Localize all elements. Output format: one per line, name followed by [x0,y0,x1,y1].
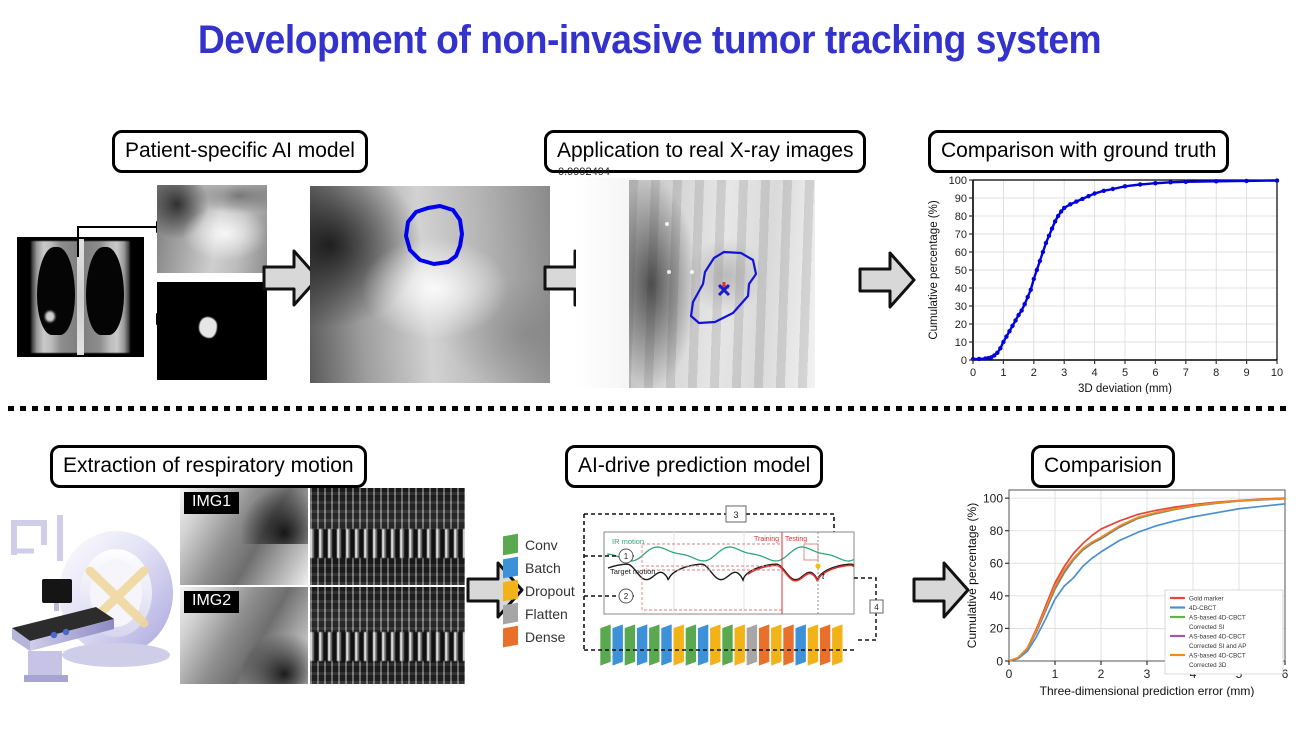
similarity-score-text: 0.9992494 [558,166,610,178]
respiratory-waveform-strip-2 [310,587,465,684]
chart-3d-deviation-cdf: 0 1 2 3 4 5 6 7 8 9 10 0 10 20 30 40 50 60 70 80 90 100 3D dev… [925,172,1285,394]
legend-row-conv: Conv [503,533,581,556]
label-ai-drive-prediction-model: AI-drive prediction model [565,445,824,488]
drr-patch-panel [157,185,267,273]
svg-text:Testing: Testing [785,536,807,543]
network-layer-legend: Conv Batch Dropout Flatten Dense [503,533,581,649]
svg-text:Cumulative percentage (%): Cumulative percentage (%) [928,200,940,340]
svg-text:1: 1 [624,552,629,561]
label-comparison-with-ground-truth: Comparison with ground truth [928,130,1230,173]
legend-label-dense: Dense [525,628,566,645]
svg-text:AS-based 4D-CBCT: AS-based 4D-CBCT [1189,614,1246,621]
arrow-5 [912,560,970,620]
svg-text:0: 0 [996,654,1003,668]
slide-canvas: Development of non-invasive tumor tracki… [0,0,1299,731]
svg-text:10: 10 [1271,367,1283,379]
svg-text:0: 0 [961,355,967,367]
svg-text:6: 6 [1152,367,1158,379]
swatch-batch [503,556,518,579]
legend-label-batch: Batch [525,559,561,576]
svg-text:3: 3 [1061,367,1067,379]
svg-text:0: 0 [1006,667,1013,681]
svg-text:Corrected SI and AP: Corrected SI and AP [1189,643,1246,650]
svg-text:40: 40 [955,283,967,295]
svg-text:9: 9 [1244,367,1250,379]
svg-text:90: 90 [955,193,967,205]
svg-text:Corrected 3D: Corrected 3D [1189,662,1227,669]
label-extraction-of-respiratory-motion: Extraction of respiratory motion [50,445,367,488]
svg-text:100: 100 [983,491,1003,505]
svg-text:0: 0 [970,367,976,379]
ai-prediction-model-diagram: 3 IR motion Target motion Training Testing t 1… [576,500,916,668]
svg-text:8: 8 [1213,367,1219,379]
svg-text:1: 1 [1052,667,1059,681]
svg-text:100: 100 [949,175,967,187]
svg-text:3D deviation (mm): 3D deviation (mm) [1078,383,1172,394]
tumor-contour-xray [665,222,758,325]
svg-text:Gold marker: Gold marker [1189,595,1224,602]
svg-text:80: 80 [990,524,1004,538]
svg-text:4: 4 [874,603,879,612]
svg-text:1: 1 [1000,367,1006,379]
legend-label-dropout: Dropout [525,582,575,599]
xray-backdrop [576,178,636,388]
swatch-dropout [503,579,518,602]
svg-text:Three-dimensional prediction e: Three-dimensional prediction error (mm) [1040,684,1255,697]
tumor-contour-drr [404,204,464,266]
svg-text:Cumulative percentage (%): Cumulative percentage (%) [965,503,979,648]
ct-to-patch-connector [77,221,168,325]
svg-text:3: 3 [1144,667,1151,681]
svg-text:60: 60 [990,557,1004,571]
image-tag-img1: IMG1 [184,492,240,514]
image-tag-img2: IMG2 [184,591,240,613]
svg-text:4D-CBCT: 4D-CBCT [1189,605,1216,612]
svg-text:Training: Training [754,536,779,543]
svg-text:80: 80 [955,211,967,223]
swatch-dense [503,625,518,648]
svg-text:AS-based 4D-CBCT: AS-based 4D-CBCT [1189,633,1246,640]
arrow-3 [858,250,916,310]
svg-text:60: 60 [955,247,967,259]
tumor-mask-panel [157,282,267,380]
drr-with-contour-panel [310,186,550,383]
svg-text:70: 70 [955,229,967,241]
svg-text:IR motion: IR motion [612,537,644,546]
legend-row-flatten: Flatten [503,602,581,625]
svg-text:2: 2 [1031,367,1037,379]
label-patient-specific-ai-model: Patient-specific AI model [112,130,368,173]
section-divider [8,406,1291,411]
svg-text:5: 5 [1122,367,1128,379]
svg-text:30: 30 [955,301,967,313]
respiratory-waveform-strip-1 [310,488,465,585]
svg-text:Corrected SI: Corrected SI [1189,624,1225,631]
legend-row-dropout: Dropout [503,579,581,602]
svg-text:Target motion: Target motion [610,567,655,576]
chart-prediction-error-cdf: 0123456020406080100Three-dimensional pre… [965,482,1295,697]
real-xray-panel [629,180,815,388]
svg-text:7: 7 [1183,367,1189,379]
svg-text:20: 20 [955,319,967,331]
svg-text:10: 10 [955,337,967,349]
svg-text:4: 4 [1092,367,1098,379]
legend-row-batch: Batch [503,556,581,579]
swatch-conv [503,533,518,556]
svg-text:20: 20 [990,622,1004,636]
linac-machine-illustration [4,495,184,685]
legend-row-dense: Dense [503,625,581,648]
legend-label-conv: Conv [525,536,558,553]
svg-text:AS-based 4D-CBCT: AS-based 4D-CBCT [1189,652,1246,659]
swatch-flatten [503,602,518,625]
svg-text:2: 2 [624,592,629,601]
svg-text:50: 50 [955,265,967,277]
legend-label-flatten: Flatten [525,605,568,622]
svg-text:2: 2 [1098,667,1105,681]
svg-text:40: 40 [990,589,1004,603]
svg-text:3: 3 [733,510,738,520]
page-title: Development of non-invasive tumor tracki… [197,18,1102,62]
